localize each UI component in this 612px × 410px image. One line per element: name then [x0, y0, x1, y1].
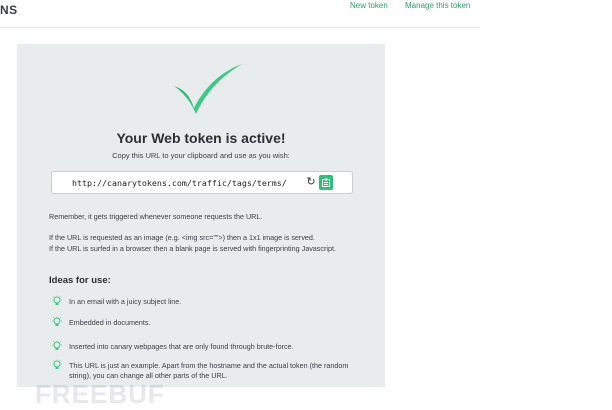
idea-text: In an email with a juicy subject line. — [69, 297, 182, 306]
browser-note: If the URL is surfed in a browser then a… — [49, 244, 336, 253]
copy-instructions: Copy this URL to your clipboard and use … — [112, 151, 290, 160]
lightbulb-icon — [52, 340, 62, 350]
watermark: FREEBUF — [35, 379, 165, 409]
token-url-text[interactable]: http://canarytokens.com/traffic/tags/ter… — [72, 178, 287, 188]
new-token-link[interactable]: New token — [350, 1, 388, 10]
top-navbar: NS New token Manage this token — [0, 0, 480, 28]
idea-text: This URL is just an example. Apart from … — [69, 361, 349, 380]
idea-text: Embedded in documents. — [69, 318, 151, 327]
lightbulb-icon — [52, 359, 62, 369]
refresh-icon[interactable]: ↻ — [305, 176, 317, 189]
copy-url-button[interactable] — [319, 175, 333, 190]
page-title: Your Web token is active! — [116, 130, 286, 146]
token-url-field[interactable]: http://canarytokens.com/traffic/tags/ter… — [51, 171, 353, 194]
idea-text: Inserted into canary webpages that are o… — [69, 342, 294, 351]
manage-token-link[interactable]: Manage this token — [405, 1, 470, 10]
image-note: If the URL is requested as an image (e.g… — [49, 233, 315, 242]
brand-logo-text: NS — [0, 3, 18, 17]
lightbulb-icon — [52, 316, 62, 326]
trigger-note: Remember, it gets triggered whenever som… — [49, 212, 263, 221]
token-card: Your Web token is active! Copy this URL … — [17, 44, 385, 409]
ideas-heading: Ideas for use: — [49, 275, 111, 286]
clipboard-icon — [322, 178, 330, 187]
lightbulb-icon — [52, 295, 62, 305]
checkmark-icon — [174, 64, 242, 114]
